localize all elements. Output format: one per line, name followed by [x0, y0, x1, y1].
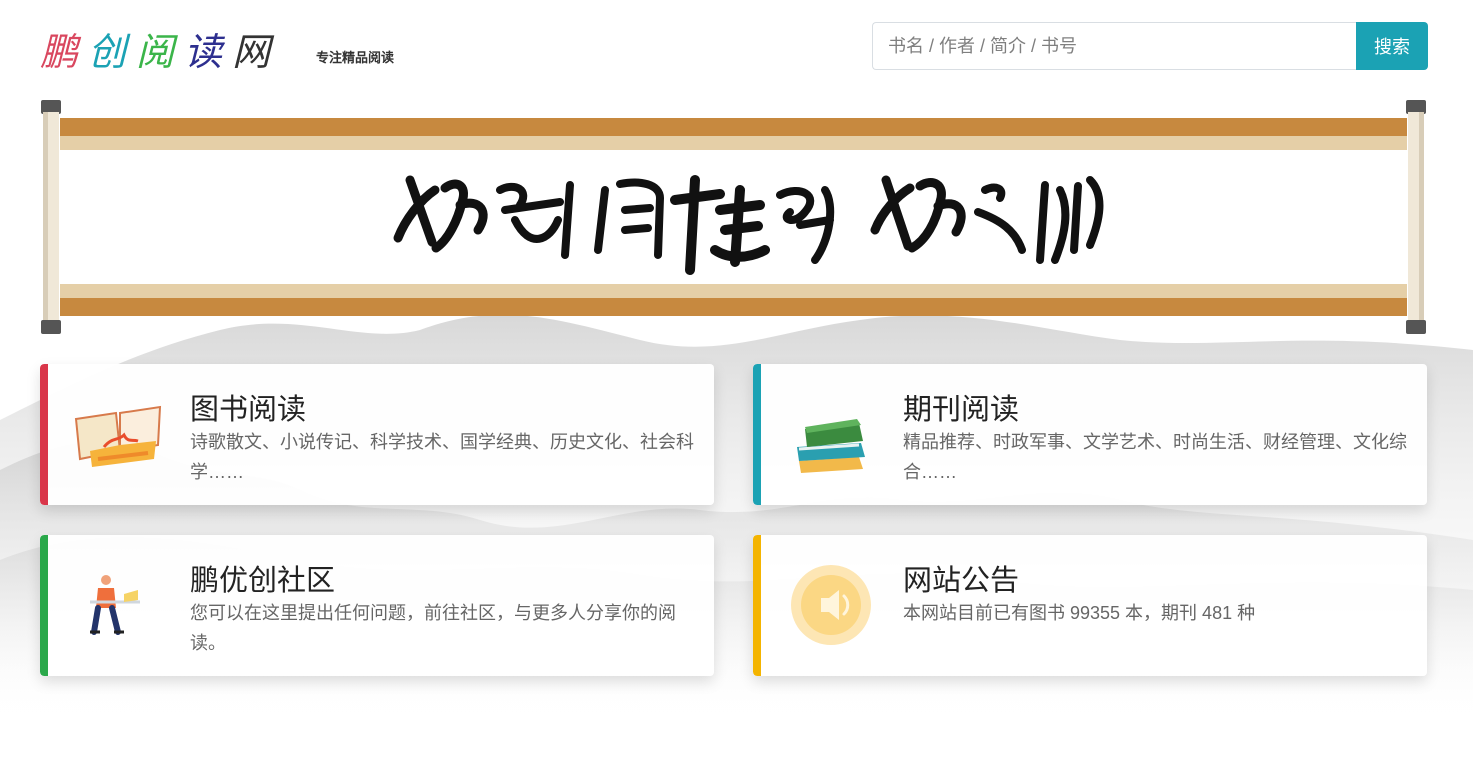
card-title: 网站公告 [903, 565, 1020, 597]
card-accent-bar [753, 535, 761, 676]
open-book-icon [74, 405, 162, 467]
card-title: 图书阅读 [190, 394, 307, 426]
book-stack-icon [797, 419, 865, 473]
card-title: 期刊阅读 [903, 394, 1020, 426]
logo-char: 网 [232, 30, 271, 74]
calligraphy-scroll-banner [40, 100, 1427, 334]
site-logo[interactable]: 鹏 创 阅 读 网 [40, 24, 270, 74]
calligraphy-artwork [393, 175, 1104, 275]
card-description: 您可以在这里提出任何问题，前往社区，与更多人分享你的阅读。 [190, 603, 676, 653]
card-journal-reading[interactable]: 期刊阅读 精品推荐、时政军事、文学艺术、时尚生活、财经管理、文化综合…… [753, 364, 1427, 505]
card-description: 本网站目前已有图书 99355 本，期刊 481 种 [903, 603, 1256, 623]
logo-char: 阅 [136, 30, 175, 74]
card-accent-bar [40, 364, 48, 505]
community-person-icon [90, 575, 140, 635]
speaker-icon [791, 565, 871, 645]
card-title: 鹏优创社区 [190, 565, 336, 597]
card-book-reading[interactable]: 图书阅读 诗歌散文、小说传记、科学技术、国学经典、历史文化、社会科学…… [40, 364, 714, 505]
scroll-rod-left [41, 100, 61, 334]
scroll-paper [60, 118, 1407, 316]
logo-char: 创 [88, 30, 127, 74]
logo-char: 读 [184, 30, 223, 74]
scroll-rod-right [1406, 100, 1426, 334]
scroll-calligraphy-area [60, 150, 1407, 284]
site-slogan: 专注精品阅读 [316, 50, 395, 65]
card-description: 诗歌散文、小说传记、科学技术、国学经典、历史文化、社会科学…… [190, 432, 694, 482]
search-bar: 搜索 [872, 22, 1428, 70]
card-accent-bar [40, 535, 48, 676]
card-description: 精品推荐、时政军事、文学艺术、时尚生活、财经管理、文化综合…… [903, 432, 1407, 482]
search-input[interactable] [872, 22, 1356, 70]
logo-char: 鹏 [40, 30, 79, 74]
logo-text: 鹏 创 阅 读 网 [40, 30, 270, 74]
card-announcement[interactable]: 网站公告 本网站目前已有图书 99355 本，期刊 481 种 [753, 535, 1427, 676]
card-accent-bar [753, 364, 761, 505]
card-community[interactable]: 鹏优创社区 您可以在这里提出任何问题，前往社区，与更多人分享你的阅读。 [40, 535, 714, 676]
search-button[interactable]: 搜索 [1356, 22, 1428, 70]
